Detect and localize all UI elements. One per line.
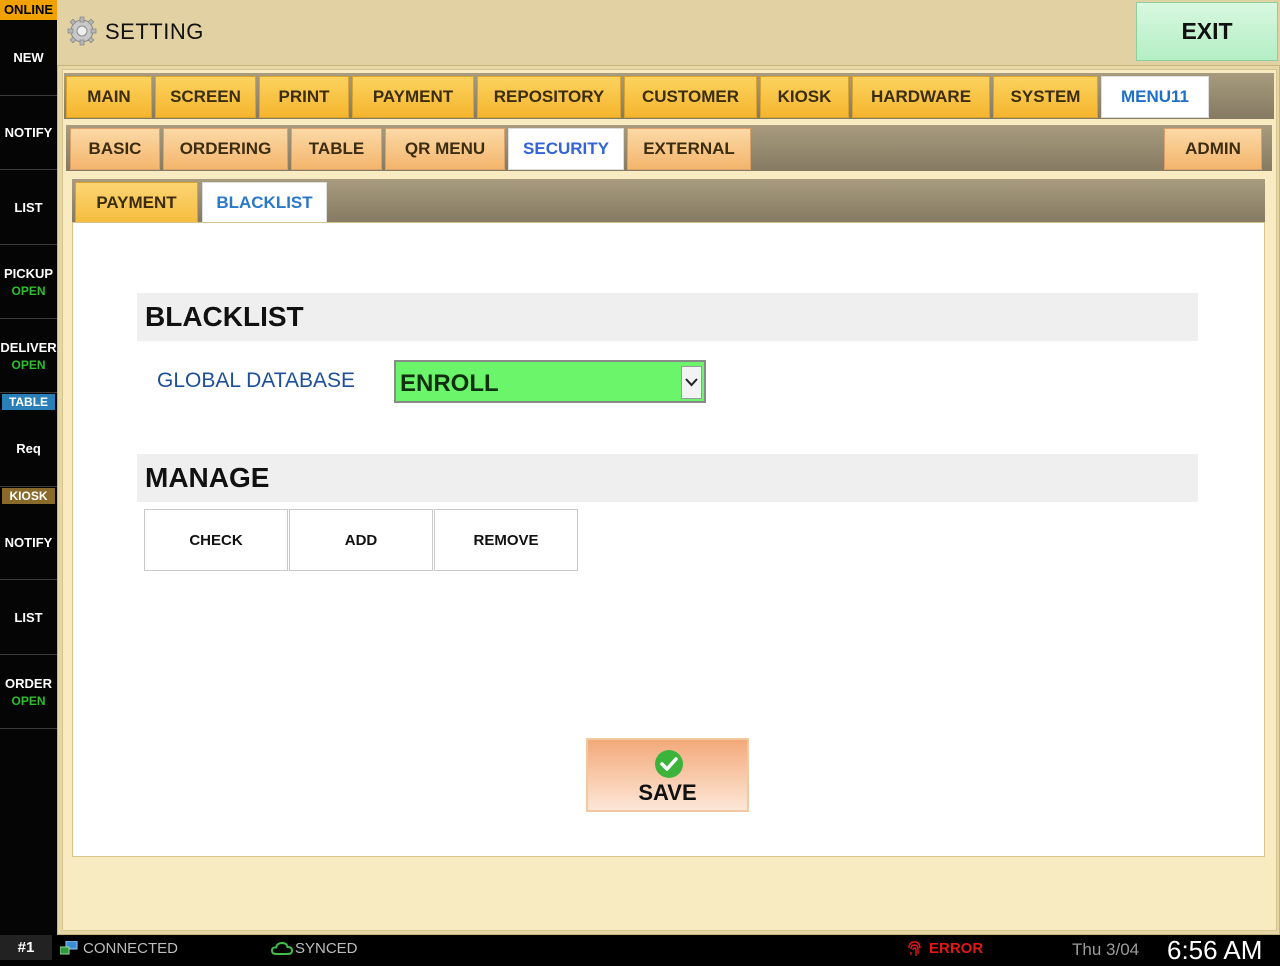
sidebar-item-sublabel: OPEN <box>11 693 46 708</box>
tab-hardware[interactable]: HARDWARE <box>852 76 990 118</box>
tab-payment-security[interactable]: PAYMENT <box>75 182 198 223</box>
fingerprint-icon <box>908 941 921 956</box>
error-status[interactable]: ERROR <box>929 940 983 957</box>
sidebar-item-label: Req <box>16 441 41 456</box>
tab-customer[interactable]: CUSTOMER <box>624 76 757 118</box>
chevron-down-icon[interactable] <box>681 366 702 399</box>
status-bar: #1 CONNECTED SYNCED ERROR Thu 3/04 6:56 … <box>0 935 1280 965</box>
online-status-badge: ONLINE <box>0 0 57 20</box>
tab-payment[interactable]: PAYMENT <box>352 76 474 118</box>
remove-button[interactable]: REMOVE <box>434 509 578 571</box>
admin-button[interactable]: ADMIN <box>1164 128 1262 170</box>
network-icon <box>60 941 78 955</box>
sidebar-item-deliver[interactable]: DELIVER OPEN <box>0 319 57 393</box>
add-button[interactable]: ADD <box>289 509 433 571</box>
sidebar-item-sublabel: OPEN <box>11 357 46 372</box>
sidebar-item-label: DELIVER <box>0 339 57 355</box>
page-title: SETTING <box>105 19 204 44</box>
save-label: SAVE <box>638 780 697 805</box>
sidebar-item-label: NOTIFY <box>4 125 53 140</box>
sidebar-item-kiosk-list[interactable]: LIST <box>0 580 57 655</box>
sidebar-item-label: NEW <box>13 50 44 65</box>
tab-print[interactable]: PRINT <box>259 76 349 118</box>
tab-basic[interactable]: BASIC <box>70 128 160 170</box>
tab-main[interactable]: MAIN <box>66 76 152 118</box>
gear-icon <box>67 16 97 46</box>
cloud-icon <box>271 942 293 955</box>
tab-blacklist[interactable]: BLACKLIST <box>202 182 327 223</box>
sidebar-item-sublabel: OPEN <box>11 283 46 298</box>
global-database-label: GLOBAL DATABASE <box>157 369 356 392</box>
sidebar-item-pickup[interactable]: PICKUP OPEN <box>0 245 57 319</box>
terminal-number: #1 <box>0 935 52 960</box>
tab-kiosk[interactable]: KIOSK <box>760 76 849 118</box>
clock-display: 6:56 AM <box>1167 935 1263 965</box>
date-display: Thu 3/04 <box>1072 940 1140 959</box>
left-sidebar: ONLINE NEW NOTIFY LIST PICKUP OPEN DELIV… <box>0 0 57 935</box>
sidebar-item-label: PICKUP <box>3 265 54 281</box>
tab-menu11[interactable]: MENU11 <box>1101 76 1209 118</box>
sidebar-item-new[interactable]: NEW <box>0 20 57 96</box>
tab-repository[interactable]: REPOSITORY <box>477 76 621 118</box>
checkmark-icon <box>655 750 683 778</box>
global-database-select[interactable]: ENROLL <box>394 360 706 403</box>
sidebar-item-order[interactable]: ORDER OPEN <box>0 655 57 729</box>
sidebar-item-kiosk-notify[interactable]: NOTIFY <box>0 505 57 580</box>
tab-ordering[interactable]: ORDERING <box>163 128 288 170</box>
sidebar-item-label: LIST <box>14 199 43 215</box>
global-database-value: ENROLL <box>400 370 499 397</box>
sidebar-item-label: ORDER <box>5 675 52 691</box>
sidebar-item-label: NOTIFY <box>4 534 53 550</box>
kiosk-section-label: KIOSK <box>2 488 55 504</box>
tab-system[interactable]: SYSTEM <box>993 76 1098 118</box>
header-bar: SETTING EXIT <box>57 0 1280 65</box>
save-button[interactable]: SAVE <box>586 738 749 812</box>
manage-section-title: MANAGE <box>137 454 1198 502</box>
tab-external[interactable]: EXTERNAL <box>627 128 751 170</box>
sync-status: SYNCED <box>295 940 358 957</box>
sidebar-item-label: LIST <box>14 609 43 625</box>
sidebar-item-list[interactable]: LIST <box>0 170 57 245</box>
blacklist-section-title: BLACKLIST <box>137 293 1198 341</box>
tab-table[interactable]: TABLE <box>291 128 382 170</box>
sidebar-item-notify[interactable]: NOTIFY <box>0 96 57 170</box>
connection-status: CONNECTED <box>83 940 179 957</box>
exit-button[interactable]: EXIT <box>1136 2 1278 61</box>
table-section-label: TABLE <box>2 394 55 410</box>
check-button[interactable]: CHECK <box>144 509 288 571</box>
tab-screen[interactable]: SCREEN <box>155 76 256 118</box>
sidebar-item-req[interactable]: Req <box>0 411 57 487</box>
tab-qr-menu[interactable]: QR MENU <box>385 128 505 170</box>
tab-security[interactable]: SECURITY <box>508 128 624 170</box>
